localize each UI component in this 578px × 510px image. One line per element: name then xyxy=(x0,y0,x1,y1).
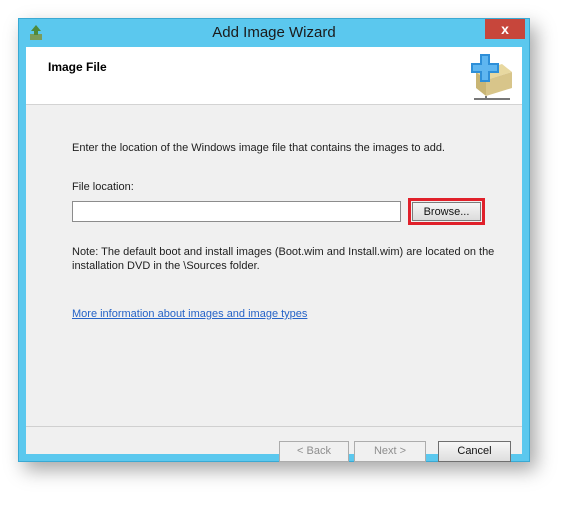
file-location-label: File location: xyxy=(72,181,134,193)
title-bar[interactable]: Add Image Wizard x xyxy=(19,19,529,47)
wizard-header: Image File xyxy=(26,47,522,105)
instruction-text: Enter the location of the Windows image … xyxy=(72,142,445,154)
browse-button[interactable]: Browse... xyxy=(412,202,481,221)
back-button[interactable]: < Back xyxy=(279,441,349,462)
close-icon[interactable]: x xyxy=(485,19,525,39)
note-text-line-1: Note: The default boot and install image… xyxy=(72,246,495,258)
next-button[interactable]: Next > xyxy=(354,441,426,462)
cancel-button[interactable]: Cancel xyxy=(438,441,511,462)
window-title: Add Image Wizard xyxy=(212,24,336,41)
wizard-window: Add Image Wizard x Image File Enter the … xyxy=(18,18,530,462)
note-text-line-2: installation DVD in the \Sources folder. xyxy=(72,260,260,272)
file-location-input[interactable] xyxy=(72,201,401,222)
footer-divider xyxy=(26,426,522,427)
help-link[interactable]: More information about images and image … xyxy=(72,308,307,320)
wizard-content: Image File Enter the location of the Win… xyxy=(26,47,522,462)
add-image-box-icon xyxy=(471,54,512,100)
page-title: Image File xyxy=(48,60,107,74)
